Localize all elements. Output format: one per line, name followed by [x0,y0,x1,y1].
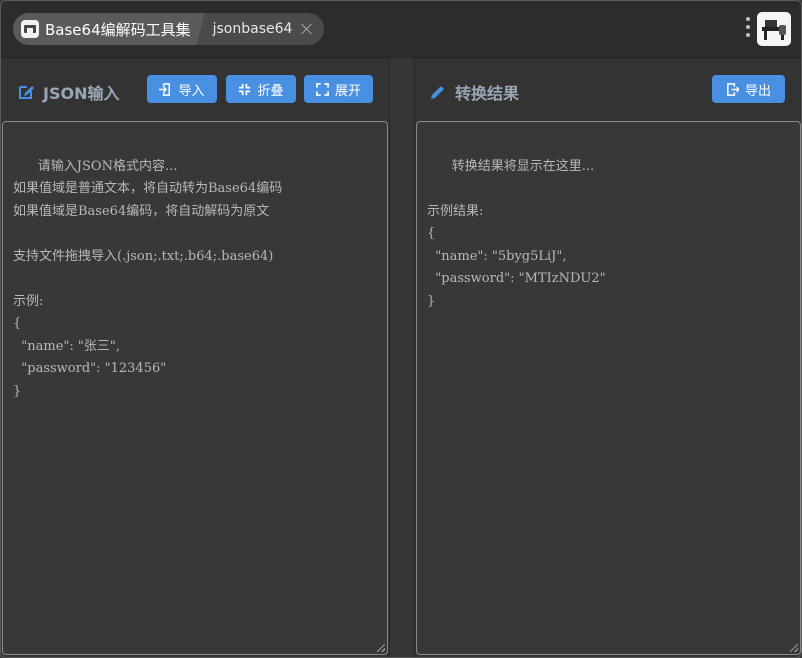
export-button-label: 导出 [744,83,771,99]
resize-handle[interactable] [790,644,798,652]
app-tab-label: Base64编解码工具集 [45,20,191,39]
fold-button[interactable]: 折叠 [226,75,296,103]
app-logo-icon [21,20,39,38]
result-title-label: 转换结果 [455,84,520,103]
resize-handle[interactable] [377,644,385,652]
expand-button-label: 展开 [334,83,361,99]
app-tab[interactable]: Base64编解码工具集 [13,13,205,45]
result-output-editor[interactable]: 转换结果将显示在这里... 示例结果: { "name": "5byg5LiJ"… [416,121,801,655]
result-placeholder: 转换结果将显示在这里... 示例结果: { "name": "5byg5LiJ"… [427,158,606,309]
import-button-label: 导入 [178,83,205,99]
more-vertical-icon[interactable] [745,17,751,41]
app-window: Base64编解码工具集 jsonbase64 JSON输入 导入 折叠 展开 … [0,0,802,658]
result-header: 转换结果 导出 [415,58,801,120]
json-input-placeholder: 请输入JSON格式内容... 如果值域是普通文本，将自动转为Base64编码 如… [13,158,283,399]
compress-icon [239,83,251,95]
import-button[interactable]: 导入 [147,75,217,103]
title-bar: Base64编解码工具集 jsonbase64 [1,1,801,58]
file-tab[interactable]: jsonbase64 [205,13,319,45]
tab-group: Base64编解码工具集 jsonbase64 [13,13,325,45]
edit-square-icon [19,86,34,99]
file-import-icon [159,82,171,96]
close-icon[interactable] [300,22,314,36]
json-input-title-label: JSON输入 [43,84,120,103]
expand-button[interactable]: 展开 [304,75,373,103]
expand-icon [316,82,329,96]
json-input-title: JSON输入 [17,80,119,104]
json-input-editor[interactable]: 请输入JSON格式内容... 如果值域是普通文本，将自动转为Base64编码 如… [2,121,388,655]
file-tab-label: jsonbase64 [212,21,293,37]
result-title: 转换结果 [429,80,519,104]
file-export-icon [727,82,739,96]
panel-divider[interactable] [390,58,413,657]
pencil-icon [431,86,444,99]
export-button[interactable]: 导出 [712,75,785,103]
json-input-header: JSON输入 导入 折叠 展开 [1,58,389,120]
result-panel: 转换结果 导出 转换结果将显示在这里... 示例结果: { "name": "5… [414,58,801,657]
fold-button-label: 折叠 [257,83,284,99]
json-input-panel: JSON输入 导入 折叠 展开 请输入JSON格式内容... 如果值域是普通文本… [1,58,390,657]
avatar[interactable] [757,12,791,46]
